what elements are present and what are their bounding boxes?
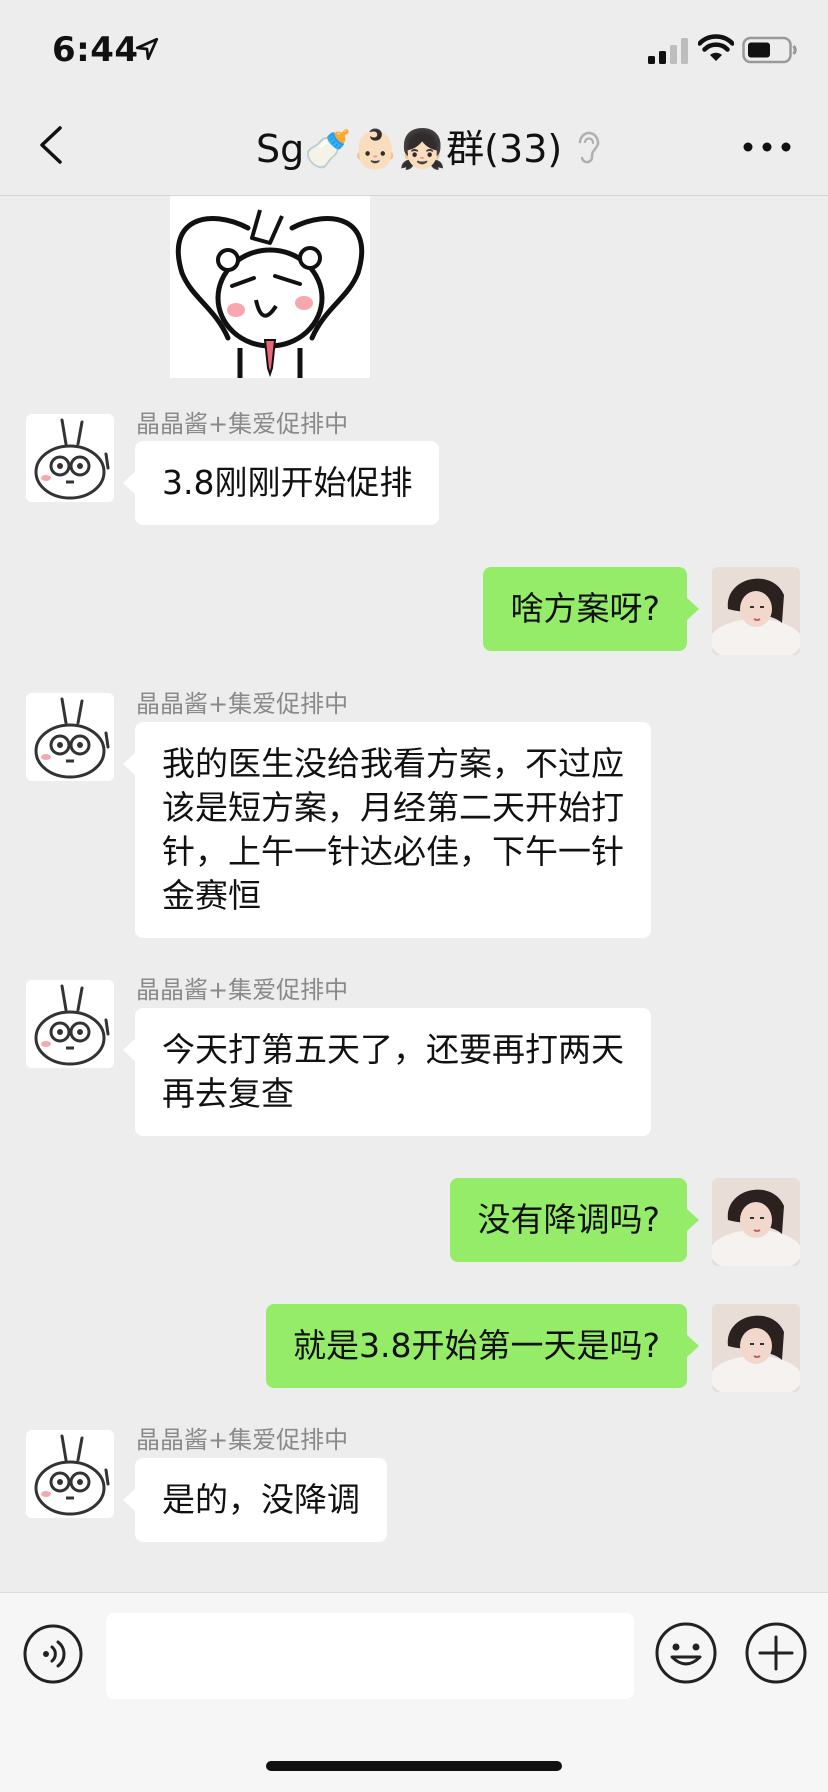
message-bubble-outgoing[interactable]: 就是3.8开始第一天是吗? bbox=[266, 1304, 699, 1388]
emoji-icon[interactable] bbox=[654, 1621, 718, 1685]
message-line: 就是3.8开始第一天是吗? bbox=[293, 1326, 660, 1365]
message-line: 金赛恒 bbox=[162, 876, 261, 915]
sender-name: 晶晶酱+集爱促排中 bbox=[136, 976, 349, 1004]
message-line: 是的，没降调 bbox=[162, 1480, 360, 1519]
message-line: 今天打第五天了，还要再打两天 bbox=[162, 1030, 624, 1069]
nav-bar: Sg🍼👶🏻👧🏻群(33) bbox=[0, 98, 828, 196]
plus-icon[interactable] bbox=[744, 1621, 808, 1685]
my-avatar[interactable] bbox=[712, 567, 800, 655]
message-bubble-outgoing[interactable]: 啥方案呀? bbox=[483, 567, 699, 651]
rabbit-avatar-icon bbox=[26, 693, 114, 781]
message-bubble-incoming[interactable]: 是的，没降调 bbox=[123, 1458, 387, 1542]
wifi-icon bbox=[698, 34, 734, 61]
battery-icon bbox=[742, 36, 797, 64]
sender-avatar[interactable] bbox=[26, 414, 114, 502]
message-bubble-incoming[interactable]: 今天打第五天了，还要再打两天 再去复查 bbox=[123, 1008, 651, 1136]
chat-input-bar bbox=[0, 1592, 828, 1792]
message-line: 该是短方案，月经第二天开始打 bbox=[162, 788, 624, 827]
back-button[interactable] bbox=[30, 120, 76, 170]
home-indicator[interactable] bbox=[266, 1761, 562, 1771]
message-line: 再去复查 bbox=[162, 1074, 294, 1113]
message-line: 3.8刚刚开始促排 bbox=[162, 463, 413, 502]
rabbit-avatar-icon bbox=[26, 980, 114, 1068]
user-photo-icon bbox=[712, 1178, 800, 1266]
message-line: 我的医生没给我看方案，不过应 bbox=[162, 744, 624, 783]
ear-icon bbox=[578, 131, 600, 164]
rabbit-avatar-icon bbox=[26, 414, 114, 502]
message-line: 针，上午一针达必佳，下午一针 bbox=[162, 832, 624, 871]
sender-name: 晶晶酱+集爱促排中 bbox=[136, 1426, 349, 1454]
voice-icon[interactable] bbox=[22, 1623, 84, 1685]
message-bubble-outgoing[interactable]: 没有降调吗? bbox=[450, 1178, 699, 1262]
user-photo-icon bbox=[712, 567, 800, 655]
my-avatar[interactable] bbox=[712, 1178, 800, 1266]
sender-name: 晶晶酱+集爱促排中 bbox=[136, 690, 349, 718]
message-bubble-incoming[interactable]: 我的医生没给我看方案，不过应 该是短方案，月经第二天开始打 针，上午一针达必佳，… bbox=[123, 722, 651, 938]
message-bubble-incoming[interactable]: 3.8刚刚开始促排 bbox=[122, 441, 440, 525]
message-line: 啥方案呀? bbox=[510, 589, 660, 628]
message-input[interactable] bbox=[106, 1613, 634, 1699]
user-photo-icon bbox=[712, 1304, 800, 1392]
chat-message-list[interactable]: 晶晶酱+集爱促排中 3.8刚刚开始促排 啥方案呀? 晶晶酱+集爱促排中 我的医生… bbox=[0, 196, 828, 1592]
message-line: 没有降调吗? bbox=[477, 1200, 660, 1239]
rabbit-avatar-icon bbox=[26, 1430, 114, 1518]
status-bar: 6:44 bbox=[0, 0, 828, 98]
sender-avatar[interactable] bbox=[26, 1430, 114, 1518]
sender-name: 晶晶酱+集爱促排中 bbox=[136, 410, 349, 438]
sender-avatar[interactable] bbox=[26, 980, 114, 1068]
chat-title: Sg🍼👶🏻👧🏻群(33) bbox=[256, 127, 563, 171]
signal-icon bbox=[648, 38, 688, 64]
more-options-button[interactable] bbox=[740, 132, 794, 162]
my-avatar[interactable] bbox=[712, 1304, 800, 1392]
bear-heart-sticker[interactable] bbox=[170, 196, 370, 378]
status-time: 6:44 bbox=[52, 30, 139, 70]
sender-avatar[interactable] bbox=[26, 693, 114, 781]
location-arrow-icon bbox=[135, 37, 159, 61]
